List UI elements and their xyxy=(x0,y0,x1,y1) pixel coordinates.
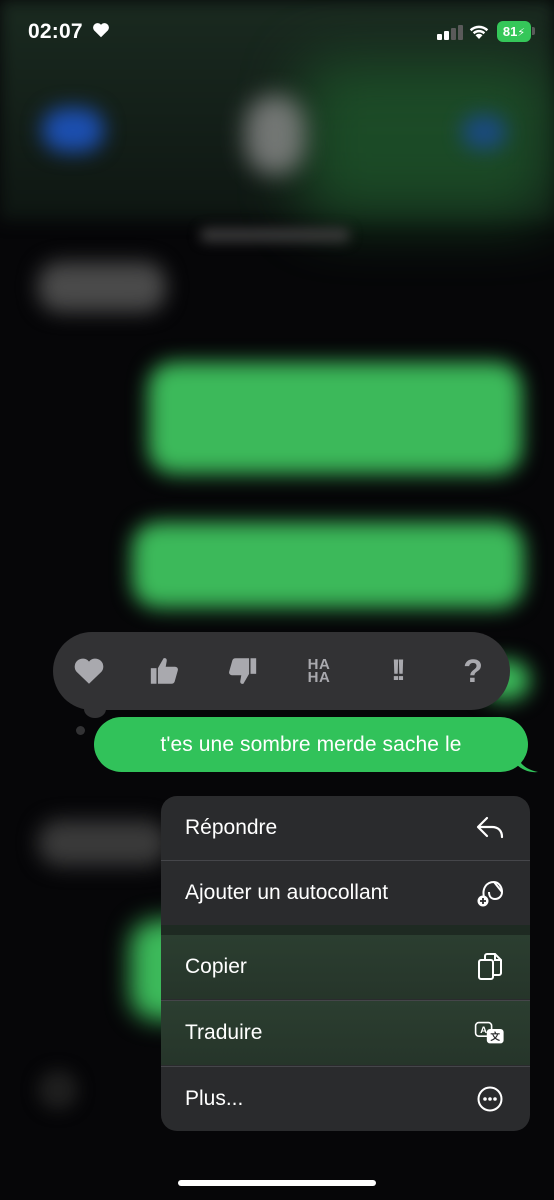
reaction-haha-button[interactable]: HA HA xyxy=(296,648,342,694)
svg-text:A: A xyxy=(480,1025,487,1036)
menu-item-label: Ajouter un autocollant xyxy=(185,881,389,904)
menu-item-copy[interactable]: Copier xyxy=(161,935,530,999)
menu-item-translate[interactable]: Traduire A 文 xyxy=(161,1001,530,1065)
thumbs-down-icon xyxy=(229,658,257,684)
back-button-blurred xyxy=(42,108,104,152)
reaction-thumbs-up-button[interactable] xyxy=(142,648,188,694)
menu-item-more[interactable]: Plus... xyxy=(161,1067,530,1131)
menu-item-label: Répondre xyxy=(185,816,278,839)
translate-icon: A 文 xyxy=(474,1017,506,1049)
reply-icon xyxy=(474,812,506,844)
menu-item-label: Copier xyxy=(185,955,247,978)
bubble-tail xyxy=(516,752,538,773)
more-icon xyxy=(474,1083,506,1115)
selected-message-bubble[interactable]: t'es une sombre merde sache le xyxy=(94,717,528,772)
tapback-reaction-bar xyxy=(53,632,510,710)
status-bar: 02:07 81⚡ xyxy=(0,0,554,68)
reaction-heart-button[interactable] xyxy=(66,648,112,694)
battery-level: 81 xyxy=(502,24,518,39)
haha-icon: HA HA xyxy=(307,656,331,686)
message-context-menu: Répondre Ajouter un autocollant Copier T… xyxy=(161,796,530,1131)
menu-item-label: Plus... xyxy=(185,1087,244,1110)
charging-bolt-icon: ⚡ xyxy=(517,27,526,39)
menu-item-reply[interactable]: Répondre xyxy=(161,796,530,860)
reaction-thumbs-down-button[interactable] xyxy=(219,648,265,694)
wifi-icon xyxy=(468,22,490,40)
copy-icon xyxy=(474,951,506,983)
reaction-question-button[interactable]: ? xyxy=(450,648,496,694)
add-sticker-icon xyxy=(474,877,506,909)
contact-avatar-blurred xyxy=(245,95,305,175)
home-indicator[interactable] xyxy=(178,1180,376,1186)
svg-text:文: 文 xyxy=(489,1031,500,1043)
reaction-emphasize-button[interactable]: !! xyxy=(373,648,419,694)
cellular-signal-icon xyxy=(437,24,463,40)
question-icon: ? xyxy=(463,652,483,689)
menu-item-add-sticker[interactable]: Ajouter un autocollant xyxy=(161,861,530,925)
menu-item-label: Traduire xyxy=(185,1021,263,1044)
battery-indicator: 81⚡ xyxy=(497,21,531,42)
status-time: 02:07 xyxy=(28,20,83,43)
emphasize-icon: !! xyxy=(391,654,406,687)
message-text: t'es une sombre merde sache le xyxy=(160,732,462,756)
thumbs-up-icon xyxy=(150,658,178,684)
heart-icon xyxy=(92,22,110,43)
video-call-icon-blurred xyxy=(462,115,506,149)
heart-icon xyxy=(74,658,104,684)
